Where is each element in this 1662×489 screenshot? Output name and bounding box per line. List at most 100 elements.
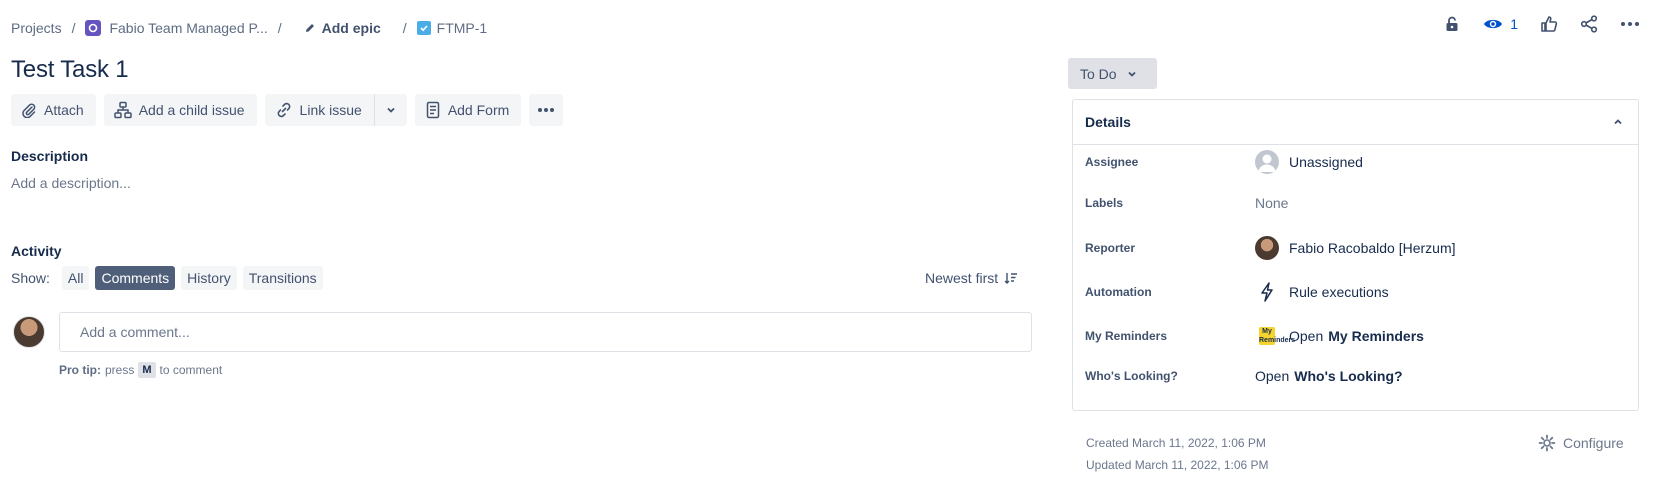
link-issue-button[interactable]: Link issue	[264, 94, 374, 126]
avatar	[1255, 236, 1279, 260]
detail-row-automation: Automation Rule executions	[1085, 280, 1625, 304]
eye-icon	[1484, 19, 1503, 29]
pro-tip: Pro tip: press M to comment	[59, 362, 222, 378]
filter-transitions[interactable]: Transitions	[242, 266, 323, 290]
status-button[interactable]: To Do	[1068, 58, 1157, 89]
reporter-label: Reporter	[1085, 241, 1136, 255]
automation-link: Rule executions	[1289, 284, 1389, 300]
share-icon[interactable]	[1580, 15, 1598, 33]
reminders-app-icon: My Reminders	[1259, 327, 1296, 345]
reminders-value[interactable]: My Reminders Open My Reminders	[1255, 324, 1424, 348]
reminders-open: Open	[1289, 328, 1324, 344]
issue-toolbar: Attach Add a child issue Link issue Add …	[11, 94, 564, 126]
configure-label: Configure	[1563, 435, 1624, 451]
pro-tip-label: Pro tip:	[59, 363, 101, 377]
avatar-placeholder-icon	[1255, 150, 1279, 174]
whos-looking-open: Open	[1255, 368, 1290, 384]
form-icon	[426, 101, 440, 119]
detail-row-whos-looking: Who's Looking? Open Who's Looking?	[1085, 368, 1625, 384]
chevron-down-icon	[1127, 71, 1136, 77]
issue-key-label: FTMP-1	[436, 20, 488, 36]
pro-tip-key: M	[138, 362, 156, 378]
labels-label: Labels	[1085, 196, 1124, 210]
gear-icon	[1538, 434, 1556, 452]
description-heading: Description	[11, 148, 89, 164]
issue-header-actions: 1	[1443, 15, 1640, 33]
configure-button[interactable]: Configure	[1538, 434, 1624, 452]
status-label: To Do	[1080, 65, 1117, 82]
reminders-label: My Reminders	[1085, 329, 1168, 343]
whos-looking-link: Who's Looking?	[1294, 368, 1403, 384]
breadcrumb-issue-key[interactable]: FTMP-1	[416, 20, 488, 36]
link-issue-label: Link issue	[299, 102, 362, 118]
comment-input[interactable]: Add a comment...	[59, 312, 1032, 352]
add-epic-label: Add epic	[321, 20, 381, 36]
avatar	[13, 316, 45, 348]
issue-title[interactable]: Test Task 1	[11, 56, 129, 84]
watch-button[interactable]: 1	[1483, 16, 1518, 32]
automation-label: Automation	[1085, 285, 1152, 299]
activity-filter: Show: All Comments History Transitions	[11, 266, 323, 290]
attach-label: Attach	[44, 102, 84, 118]
whos-looking-label: Who's Looking?	[1085, 369, 1178, 383]
details-panel: Details Assignee Unassigned Labels None …	[1072, 99, 1639, 411]
reporter-name: Fabio Racobaldo [Herzum]	[1289, 240, 1456, 256]
detail-row-assignee: Assignee Unassigned	[1085, 150, 1625, 174]
watch-count: 1	[1510, 16, 1518, 32]
sort-toggle[interactable]: Newest first	[925, 270, 1018, 286]
hierarchy-icon	[113, 101, 132, 119]
lock-icon[interactable]	[1443, 15, 1461, 33]
automation-value[interactable]: Rule executions	[1255, 280, 1389, 304]
detail-row-labels: Labels None	[1085, 195, 1625, 211]
detail-row-reporter: Reporter Fabio Racobaldo [Herzum]	[1085, 236, 1625, 260]
description-field[interactable]: Add a description...	[11, 175, 131, 191]
add-child-label: Add a child issue	[138, 102, 245, 118]
add-form-button[interactable]: Add Form	[414, 94, 522, 126]
sort-label: Newest first	[925, 270, 999, 286]
add-epic-link[interactable]: Add epic	[304, 20, 381, 36]
chevron-down-icon	[387, 107, 395, 113]
detail-row-reminders: My Reminders My Reminders Open My Remind…	[1085, 324, 1625, 348]
labels-value[interactable]: None	[1255, 195, 1288, 211]
whos-looking-value[interactable]: Open Who's Looking?	[1255, 368, 1403, 384]
assignee-label: Assignee	[1085, 155, 1139, 169]
add-child-issue-button[interactable]: Add a child issue	[103, 94, 257, 126]
breadcrumb-projects[interactable]: Projects	[11, 20, 62, 36]
assignee-name: Unassigned	[1289, 154, 1363, 170]
assignee-value[interactable]: Unassigned	[1255, 150, 1363, 174]
reminders-link: My Reminders	[1328, 328, 1424, 344]
more-icon	[538, 108, 555, 112]
details-heading: Details	[1085, 114, 1131, 130]
breadcrumb-project-label: Fabio Team Managed P...	[109, 20, 268, 36]
sort-icon	[1004, 273, 1018, 284]
filter-all[interactable]: All	[61, 266, 90, 290]
attach-button[interactable]: Attach	[11, 94, 96, 126]
show-label: Show:	[11, 270, 50, 286]
filter-history[interactable]: History	[181, 266, 237, 290]
pencil-icon	[305, 24, 314, 32]
link-issue-dropdown[interactable]	[373, 94, 407, 126]
breadcrumb-project[interactable]: Fabio Team Managed P...	[85, 20, 268, 36]
thumbs-up-icon[interactable]	[1540, 15, 1558, 33]
breadcrumb: Projects / Fabio Team Managed P... / Add…	[11, 18, 487, 38]
filter-comments[interactable]: Comments	[95, 266, 176, 290]
chevron-up-icon	[1614, 119, 1622, 125]
paperclip-icon	[22, 103, 36, 118]
updated-timestamp: Updated March 11, 2022, 1:06 PM	[1086, 458, 1269, 472]
details-header[interactable]: Details	[1073, 100, 1638, 145]
task-icon	[416, 21, 431, 35]
link-icon	[277, 102, 290, 118]
link-issue-group: Link issue	[264, 94, 407, 126]
project-avatar-icon	[85, 20, 102, 36]
breadcrumb-separator: /	[277, 20, 282, 36]
labels-none: None	[1255, 195, 1289, 211]
pro-tip-press: press	[105, 363, 135, 377]
breadcrumb-separator: /	[71, 20, 76, 36]
more-icon[interactable]	[1620, 21, 1640, 27]
lightning-bolt-icon	[1255, 280, 1279, 304]
pro-tip-suffix: to comment	[159, 363, 223, 377]
reporter-value[interactable]: Fabio Racobaldo [Herzum]	[1255, 236, 1456, 260]
breadcrumb-separator: /	[402, 20, 407, 36]
activity-heading: Activity	[11, 243, 62, 259]
more-actions-button[interactable]	[529, 94, 564, 126]
